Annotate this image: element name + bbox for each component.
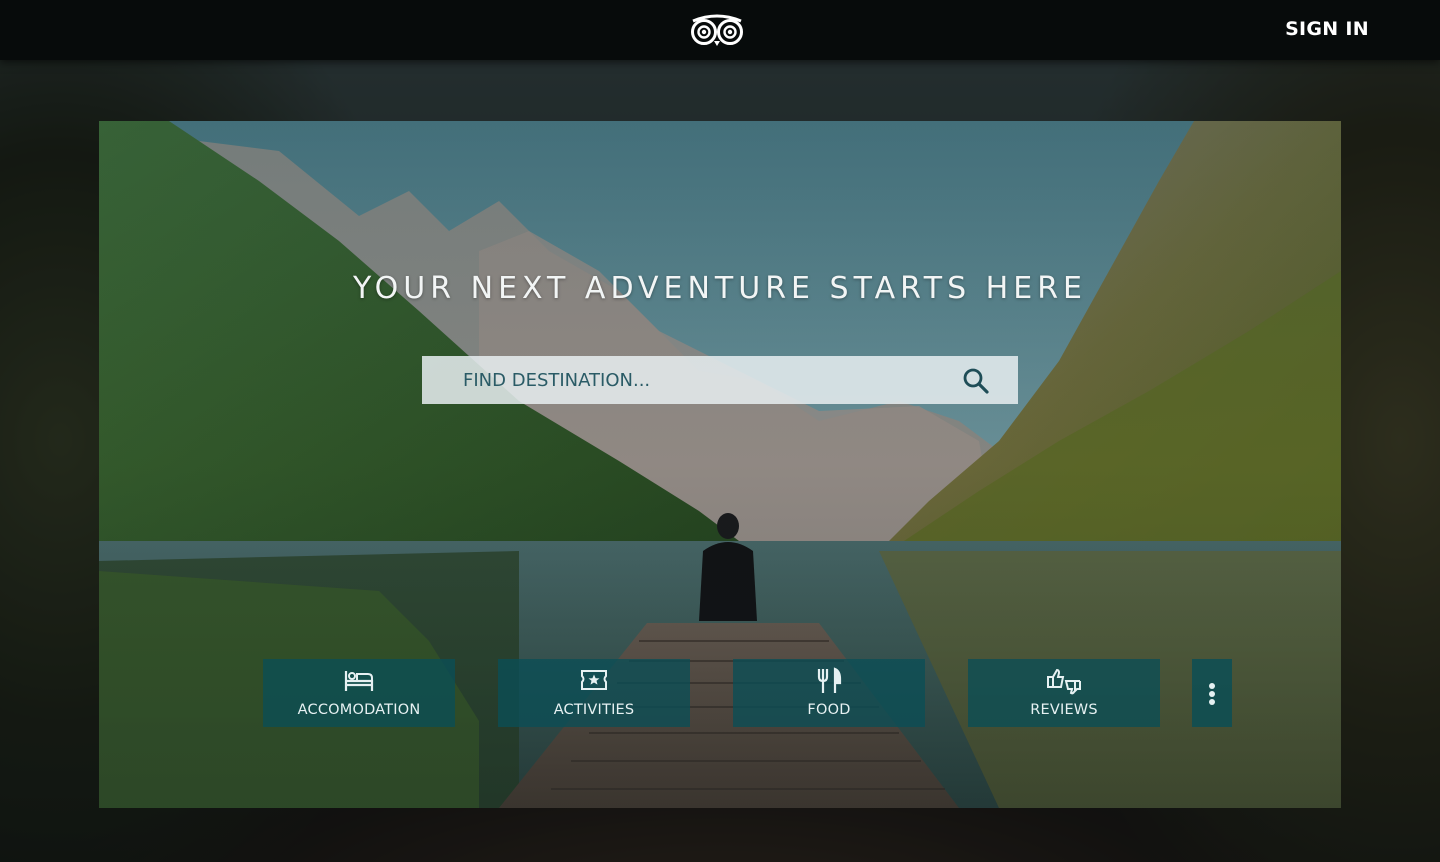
food-label: FOOD — [807, 702, 851, 718]
accommodation-label: ACCOMODATION — [297, 702, 421, 718]
fork-knife-icon — [817, 667, 842, 693]
tripadvisor-owl-logo-icon[interactable] — [689, 13, 745, 47]
hero-heading: YOUR NEXT ADVENTURE STARTS HERE — [353, 271, 1087, 307]
activities-label: ACTIVITIES — [553, 702, 635, 718]
hero-banner: YOUR NEXT ADVENTURE STARTS HERE ACCOMODA… — [99, 121, 1341, 808]
activities-button[interactable]: ACTIVITIES — [498, 659, 690, 727]
top-bar: SIGN IN — [0, 0, 1440, 60]
food-button[interactable]: FOOD — [733, 659, 925, 727]
sign-in-link[interactable]: SIGN IN — [1285, 18, 1369, 40]
thumbs-up-down-icon — [1047, 668, 1081, 695]
search-icon[interactable] — [960, 366, 992, 394]
accommodation-button[interactable]: ACCOMODATION — [263, 659, 455, 727]
ticket-star-icon — [581, 670, 607, 690]
bed-icon — [344, 671, 374, 691]
destination-search-input[interactable] — [422, 356, 952, 404]
more-vertical-icon[interactable] — [1192, 659, 1232, 727]
reviews-button[interactable]: REVIEWS — [968, 659, 1160, 727]
reviews-label: REVIEWS — [1030, 702, 1098, 718]
destination-search-box — [422, 356, 1018, 404]
